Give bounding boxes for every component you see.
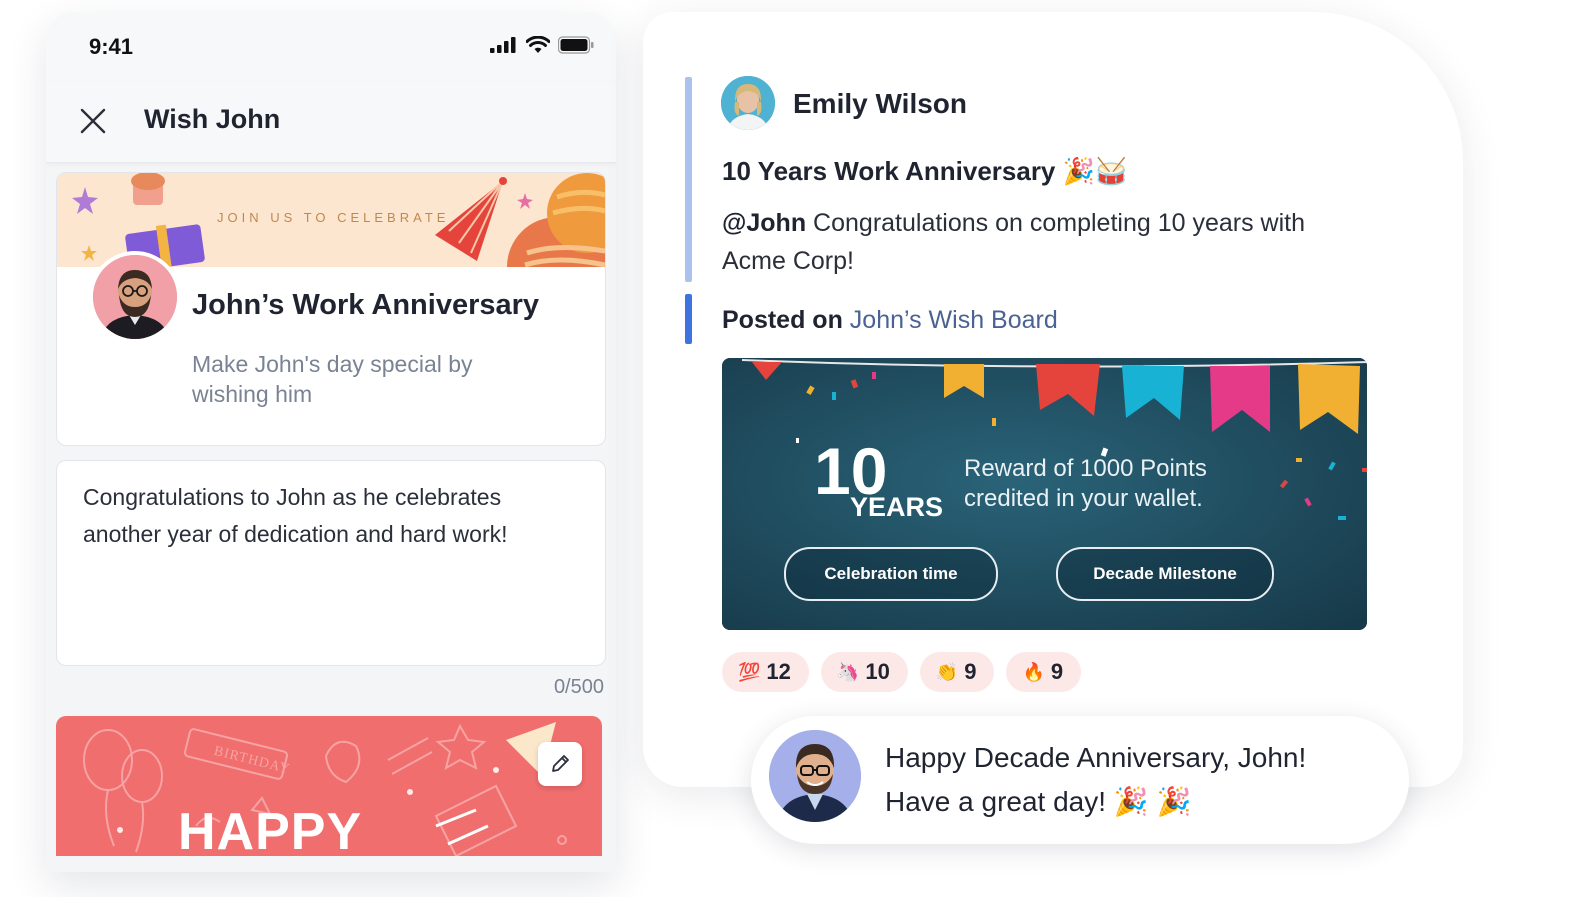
- avatar: [721, 76, 775, 130]
- wifi-icon: [526, 36, 550, 53]
- reaction-fire[interactable]: 🔥 9: [1006, 652, 1082, 692]
- close-button[interactable]: [76, 104, 110, 138]
- post-accent-line: [685, 77, 692, 282]
- reaction-count: 9: [964, 659, 977, 684]
- posted-on-accent-line: [685, 294, 692, 344]
- reaction-hundred[interactable]: 💯 12: [722, 652, 809, 692]
- mention-link[interactable]: @John: [722, 209, 806, 237]
- status-time: 9:41: [89, 34, 134, 59]
- logo-word: YEARS: [850, 492, 943, 520]
- reaction-unicorn[interactable]: 🦄 10: [820, 652, 908, 692]
- card-preview[interactable]: BIRTHDAY HAPPY: [56, 716, 602, 856]
- post-body: @John Congratulations on completing 10 y…: [722, 204, 1362, 280]
- wish-title: John’s Work Anniversary: [192, 289, 540, 321]
- commenter-avatar-illustration: [769, 730, 861, 822]
- happy-text: HAPPY: [178, 803, 363, 856]
- edit-card-button[interactable]: [538, 742, 582, 786]
- reaction-count: 9: [1050, 659, 1064, 684]
- emily-avatar-illustration: [721, 76, 775, 130]
- signal-icon: [490, 37, 516, 53]
- character-counter: 0/500: [553, 676, 604, 698]
- reaction-count: 10: [865, 659, 890, 684]
- pencil-icon: [552, 755, 569, 772]
- comment-bubble: Happy Decade Anniversary, John! Have a g…: [751, 716, 1409, 844]
- reaction-clap[interactable]: 👏 9: [919, 652, 995, 692]
- avatar: [89, 251, 181, 343]
- wish-subtitle: Make John's day special by wishing him: [192, 351, 473, 407]
- ten-years-logo: 10 YEARS: [814, 436, 943, 520]
- avatar: [769, 730, 861, 822]
- post-body-text: Congratulations on completing 10 years w…: [722, 209, 1305, 275]
- page-title: Wish John: [144, 104, 281, 134]
- wish-card: JOIN US TO CELEBRATE John’s Work Anniver…: [56, 172, 606, 446]
- hundred-points-icon: 💯: [738, 661, 761, 682]
- feed-post-card: Emily Wilson 10 Years Work Anniversary 🎉…: [643, 12, 1463, 787]
- post-title: 10 Years Work Anniversary 🎉🥁: [722, 156, 1128, 186]
- message-text[interactable]: Congratulations to John as he celebrates…: [83, 479, 553, 552]
- reward-text: Reward of 1000 Points credited in your w…: [964, 455, 1207, 512]
- clapping-hands-icon: 👏: [935, 661, 959, 682]
- battery-icon: [558, 36, 594, 54]
- reactions-row: 💯 12 🦄 10 👏 9 🔥 9: [722, 652, 1082, 692]
- message-textarea[interactable]: Congratulations to John as he celebrates…: [56, 460, 606, 666]
- posted-on-label: Posted on: [722, 306, 843, 334]
- app-bar: Wish John: [46, 82, 616, 163]
- fire-icon: 🔥: [1022, 661, 1045, 682]
- mobile-wish-screen: 9:41 Wish John JOIN US TO CELEBRATE John…: [46, 12, 616, 872]
- wish-board-link[interactable]: John’s Wish Board: [850, 306, 1058, 334]
- banner-text: JOIN US TO CELEBRATE: [217, 210, 450, 225]
- comment-text: Happy Decade Anniversary, John! Have a g…: [885, 742, 1307, 817]
- celebration-time-button[interactable]: Celebration time: [784, 547, 998, 601]
- close-icon: [80, 108, 106, 134]
- status-bar: 9:41: [46, 12, 616, 82]
- posted-on: Posted on John’s Wish Board: [722, 306, 1058, 335]
- decade-milestone-button[interactable]: Decade Milestone: [1056, 547, 1274, 601]
- post-author[interactable]: Emily Wilson: [793, 88, 967, 120]
- reward-banner: 10 YEARS Reward of 1000 Points credited …: [722, 358, 1367, 630]
- reaction-count: 12: [766, 659, 791, 684]
- status-icons: [490, 36, 594, 54]
- john-avatar-illustration: [93, 255, 177, 339]
- unicorn-icon: 🦄: [836, 661, 860, 682]
